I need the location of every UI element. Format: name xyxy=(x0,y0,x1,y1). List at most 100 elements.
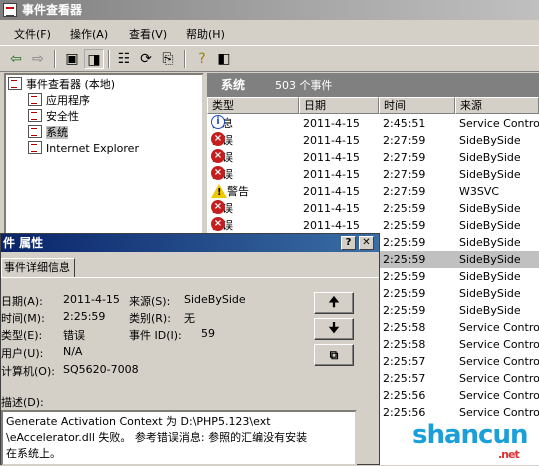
tree-root[interactable]: 事件查看器 (本地) xyxy=(8,77,115,93)
show-hide-tree-icon[interactable]: ◨ xyxy=(84,49,104,69)
show-pane-icon[interactable]: ◧ xyxy=(214,49,234,69)
user-value: N/A xyxy=(63,345,83,358)
back-arrow-icon[interactable]: ⇦ xyxy=(6,49,26,69)
event-id-value: 59 xyxy=(201,327,215,340)
column-time[interactable]: 时间 xyxy=(379,97,455,114)
menu-view[interactable]: 查看(V) xyxy=(129,26,167,42)
row-date: 2011-4-15 xyxy=(303,219,360,232)
properties-icon[interactable]: ☷ xyxy=(114,49,134,69)
row-date: 2011-4-15 xyxy=(303,151,360,164)
column-date[interactable]: 日期 xyxy=(299,97,379,114)
source-value: SideBySide xyxy=(184,293,246,306)
menu-help[interactable]: 帮助(H) xyxy=(186,26,225,42)
next-event-button[interactable]: 🠋 xyxy=(314,318,354,340)
table-row[interactable]: ×错误 2011-4-15 2:27:59 SideBySide xyxy=(207,132,539,149)
table-row[interactable]: ×错误 2011-4-15 2:27:59 SideBySide xyxy=(207,149,539,166)
category-value: 无 xyxy=(184,312,195,325)
row-time: 2:25:57 xyxy=(383,355,426,368)
row-source: Service Contro xyxy=(459,117,539,130)
event-count: 503 个事件 xyxy=(275,79,333,92)
error-icon: × xyxy=(211,132,225,146)
row-date: 2011-4-15 xyxy=(303,134,360,147)
row-source: Service Contro xyxy=(459,389,539,402)
log-icon xyxy=(28,93,42,106)
row-time: 2:25:59 xyxy=(383,219,426,232)
menu-bar: 文件(F) 操作(A) 查看(V) 帮助(H) xyxy=(0,22,539,44)
type-value: 错误 xyxy=(63,329,85,342)
tree-item-security[interactable]: 安全性 xyxy=(28,109,79,125)
computer-value: SQ5620-7008 xyxy=(63,363,139,376)
row-time: 2:27:59 xyxy=(383,168,426,181)
log-icon xyxy=(28,141,42,154)
row-source: Service Contro xyxy=(459,355,539,368)
description-label: 描述(D): xyxy=(1,396,44,409)
tree-item-application[interactable]: 应用程序 xyxy=(28,93,90,109)
row-time: 2:25:57 xyxy=(383,372,426,385)
error-icon: × xyxy=(211,200,225,214)
row-type: ×错误 xyxy=(211,149,233,166)
warning-icon xyxy=(211,184,227,200)
row-time: 2:27:59 xyxy=(383,151,426,164)
date-value: 2011-4-15 xyxy=(63,293,120,306)
row-source: SideBySide xyxy=(459,219,521,232)
row-type: ×错误 xyxy=(211,217,233,234)
row-source: W3SVC xyxy=(459,185,500,198)
row-time: 2:45:51 xyxy=(383,117,426,130)
menu-file[interactable]: 文件(F) xyxy=(14,26,51,42)
table-row[interactable]: ×错误 2011-4-15 2:27:59 SideBySide xyxy=(207,166,539,183)
tree-item-internet-explorer[interactable]: Internet Explorer xyxy=(28,141,139,157)
computer-icon xyxy=(8,77,22,90)
row-type: ×错误 xyxy=(211,166,233,183)
help-icon[interactable]: ? xyxy=(192,49,212,69)
error-icon: × xyxy=(211,166,225,180)
row-time: 2:25:59 xyxy=(383,270,426,283)
previous-event-button[interactable]: 🠉 xyxy=(314,292,354,314)
tab-event-details[interactable]: 事件详细信息 xyxy=(1,258,75,278)
window-title-bar[interactable]: 事件查看器 xyxy=(0,0,539,20)
dialog-title-bar[interactable]: 件 属性 ? ✕ xyxy=(1,234,379,252)
row-time: 2:25:59 xyxy=(383,236,426,249)
row-source: Service Contro xyxy=(459,406,539,419)
row-source: SideBySide xyxy=(459,134,521,147)
time-label: 时间(M): xyxy=(1,312,45,325)
row-source: SideBySide xyxy=(459,287,521,300)
column-type[interactable]: 类型 xyxy=(207,97,299,114)
dialog-title: 件 属性 xyxy=(3,236,44,250)
row-date: 2011-4-15 xyxy=(303,168,360,181)
description-text[interactable]: Generate Activation Context 为 D:\PHP5.12… xyxy=(1,410,357,466)
tree-item-system[interactable]: 系统 xyxy=(28,125,68,141)
category-label: 类别(R): xyxy=(129,312,171,325)
copy-button[interactable]: ⧉ xyxy=(314,344,354,366)
row-type: ×错误 xyxy=(211,200,233,217)
refresh-icon[interactable]: ⟳ xyxy=(136,49,156,69)
error-icon: × xyxy=(211,217,225,231)
pane-title: 系统 xyxy=(221,78,246,92)
close-button[interactable]: ✕ xyxy=(359,236,374,250)
type-label: 类型(E): xyxy=(1,329,43,342)
row-time: 2:25:59 xyxy=(383,287,426,300)
row-source: SideBySide xyxy=(459,270,521,283)
forward-arrow-icon[interactable]: ⇨ xyxy=(28,49,48,69)
menu-action[interactable]: 操作(A) xyxy=(70,26,108,42)
row-time: 2:25:59 xyxy=(383,253,426,266)
table-row[interactable]: 警告 2011-4-15 2:27:59 W3SVC xyxy=(207,183,539,200)
date-label: 日期(A): xyxy=(1,295,43,308)
event-viewer-icon xyxy=(3,3,17,17)
export-list-icon[interactable]: ⎘ xyxy=(158,49,178,69)
up-folder-icon[interactable]: ▣ xyxy=(62,49,82,69)
table-row[interactable]: ×错误 2011-4-15 2:25:59 SideBySide xyxy=(207,217,539,234)
info-icon: i xyxy=(211,115,225,129)
table-row[interactable]: i信息 2011-4-15 2:45:51 Service Contro xyxy=(207,115,539,132)
console-tree: 事件查看器 (本地) 应用程序 安全性 系统 Internet Explorer xyxy=(4,73,204,243)
user-label: 用户(U): xyxy=(1,347,44,360)
row-type: ×错误 xyxy=(211,132,233,149)
error-icon: × xyxy=(211,149,225,163)
row-source: SideBySide xyxy=(459,236,521,249)
row-source: Service Contro xyxy=(459,338,539,351)
help-button[interactable]: ? xyxy=(341,236,356,250)
column-source[interactable]: 来源 xyxy=(455,97,539,114)
row-time: 2:25:58 xyxy=(383,338,426,351)
row-time: 2:25:56 xyxy=(383,406,426,419)
table-row[interactable]: ×错误 2011-4-15 2:25:59 SideBySide xyxy=(207,200,539,217)
row-time: 2:27:59 xyxy=(383,185,426,198)
